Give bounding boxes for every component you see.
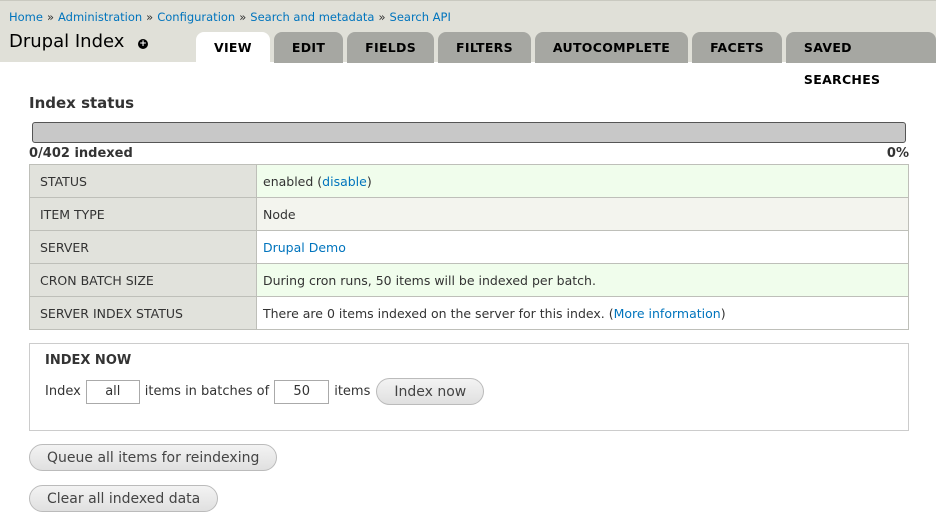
breadcrumb-search-metadata[interactable]: Search and metadata [250, 10, 374, 24]
index-progress-bar [32, 122, 906, 143]
disable-link[interactable]: disable [322, 174, 367, 189]
item-type-value: Node [256, 197, 909, 231]
item-type-label: ITEM TYPE [29, 197, 257, 231]
breadcrumb-separator: » [378, 10, 386, 24]
tab-filters[interactable]: FILTERS [438, 32, 531, 63]
tabs: VIEW EDIT FIELDS FILTERS AUTOCOMPLETE FA… [196, 32, 936, 87]
breadcrumb: Home» Administration» Configuration» Search… [9, 10, 451, 24]
batch-size-input[interactable] [274, 379, 330, 404]
batches-label: items in batches of [144, 384, 270, 399]
tab-fields[interactable]: FIELDS [347, 32, 435, 63]
tab-autocomplete[interactable]: AUTOCOMPLETE [534, 32, 689, 63]
progress-percent: 0% [886, 146, 909, 161]
server-link[interactable]: Drupal Demo [263, 240, 346, 255]
breadcrumb-separator: » [146, 10, 154, 24]
breadcrumb-search-api[interactable]: Search API [390, 10, 451, 24]
limit-input[interactable] [85, 379, 140, 404]
status-value: enabled (disable) [256, 164, 909, 198]
tab-view[interactable]: VIEW [196, 32, 270, 63]
table-row: SERVER INDEX STATUS There are 0 items in… [29, 296, 909, 330]
cron-batch-value: During cron runs, 50 items will be index… [256, 263, 909, 297]
index-label: Index [45, 384, 81, 399]
status-label: STATUS [29, 164, 257, 198]
status-text: enabled ( [263, 173, 323, 189]
breadcrumb-administration[interactable]: Administration [58, 10, 142, 24]
breadcrumb-separator: » [239, 10, 247, 24]
tab-saved-searches[interactable]: SAVED SEARCHES [785, 32, 936, 87]
index-now-fieldset: INDEX NOW Index items in batches of item… [29, 343, 909, 431]
status-suffix: ) [366, 173, 372, 189]
index-status-table: STATUS enabled (disable) ITEM TYPE Node … [29, 164, 909, 330]
tab-edit[interactable]: EDIT [273, 32, 344, 63]
items-label: items [334, 384, 371, 399]
table-row: CRON BATCH SIZE During cron runs, 50 ite… [29, 263, 909, 297]
server-value: Drupal Demo [256, 230, 909, 264]
tab-facets[interactable]: FACETS [692, 32, 782, 63]
header: Home» Administration» Configuration» Search… [0, 0, 936, 87]
section-title: Index status [29, 94, 135, 112]
server-status-text: There are 0 items indexed on the server … [263, 305, 614, 321]
queue-reindex-button[interactable]: Queue all items for reindexing [29, 444, 278, 471]
add-shortcut-icon[interactable]: + [138, 39, 148, 49]
table-row: SERVER Drupal Demo [29, 230, 909, 264]
index-now-form: Index items in batches of items Index no… [45, 378, 485, 405]
index-now-button[interactable]: Index now [376, 378, 485, 405]
breadcrumb-separator: » [46, 10, 55, 24]
server-label: SERVER [29, 230, 257, 264]
table-row: ITEM TYPE Node [29, 197, 909, 231]
progress-count: 0/402 indexed [29, 146, 133, 161]
server-status-suffix: ) [720, 305, 726, 321]
more-information-link[interactable]: More information [614, 306, 721, 321]
breadcrumb-home[interactable]: Home [9, 10, 43, 24]
index-now-title: INDEX NOW [45, 353, 132, 368]
page-title: Drupal Index [9, 31, 125, 52]
cron-batch-label: CRON BATCH SIZE [29, 263, 257, 297]
server-index-status-label: SERVER INDEX STATUS [29, 296, 257, 330]
table-row: STATUS enabled (disable) [29, 164, 909, 198]
breadcrumb-configuration[interactable]: Configuration [157, 10, 235, 24]
clear-indexed-data-button[interactable]: Clear all indexed data [29, 485, 219, 512]
server-index-status-value: There are 0 items indexed on the server … [256, 296, 909, 330]
